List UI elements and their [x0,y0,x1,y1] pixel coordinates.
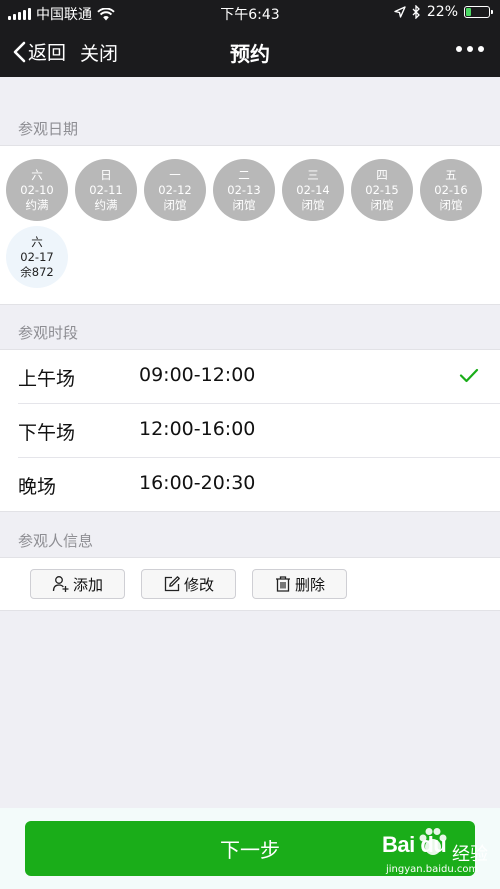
date-weekday: 六 [31,167,43,182]
bluetooth-icon [412,5,420,19]
add-label: 添加 [72,575,103,594]
date-weekday: 日 [100,167,112,182]
date-weekday: 一 [169,167,181,182]
session-name: 晚场 [18,476,57,498]
date-status: 闭馆 [439,197,463,212]
status-right: 22% [394,4,493,20]
top-bar: 中国联通 下午6:43 22% 返回 关闭 预约 [0,0,500,77]
date-status: 约满 [25,197,49,212]
session-row-afternoon[interactable]: 下午场 12:00-16:00 [0,404,500,458]
date-weekday: 四 [376,167,388,182]
date-weekday: 六 [31,234,43,249]
date-option[interactable]: 六 02-10 约满 [6,159,68,221]
date-weekday: 三 [307,167,319,182]
date-option[interactable]: 五 02-16 闭馆 [420,159,482,221]
section-label-visitors: 参观人信息 [18,532,94,550]
date-status: 闭馆 [163,197,187,212]
session-row-evening[interactable]: 晚场 16:00-20:30 [0,458,500,512]
page-title: 预约 [230,42,270,66]
baidu-jingyan-watermark: Bai du 经验 jingyan.baidu.com [380,826,498,884]
date-option[interactable]: 三 02-14 闭馆 [282,159,344,221]
section-label-dates: 参观日期 [18,120,79,138]
date-status: 闭馆 [232,197,256,212]
date-status: 余872 [20,264,54,279]
date-picker: 六 02-10 约满日 02-11 约满一 02-12 闭馆二 02-13 闭馆三 02-14 闭馆… [0,145,500,305]
date-option[interactable]: 六 02-17 余872 [6,226,68,288]
session-list: 上午场 09:00-12:00 下午场 12:00-16:00 晚场 16:00… [0,349,500,512]
watermark-text: 经验 [452,844,488,865]
paw-icon [419,828,447,855]
edit-visitor-button[interactable]: 修改 [141,569,236,599]
session-time: 16:00-20:30 [139,472,256,494]
watermark-url: jingyan.baidu.com [386,864,479,875]
date-option[interactable]: 二 02-13 闭馆 [213,159,275,221]
delete-label: 删除 [294,575,325,594]
session-name: 上午场 [18,368,76,390]
session-row-morning[interactable]: 上午场 09:00-12:00 [0,350,500,404]
nav-bar: 返回 关闭 预约 [0,26,500,77]
more-icon[interactable] [456,46,484,52]
section-label-sessions: 参观时段 [18,324,79,342]
date-option[interactable]: 四 02-15 闭馆 [351,159,413,221]
battery-percent: 22% [426,4,458,20]
delete-visitor-button[interactable]: 删除 [252,569,347,599]
battery-icon [464,6,493,18]
date-date: 02-11 [89,182,123,197]
date-date: 02-14 [296,182,330,197]
date-status: 闭馆 [301,197,325,212]
trash-icon [275,576,290,592]
add-visitor-button[interactable]: 添加 [30,569,125,599]
date-date: 02-12 [158,182,192,197]
date-date: 02-16 [434,182,468,197]
date-weekday: 二 [238,167,250,182]
edit-icon [164,576,180,592]
session-time: 09:00-12:00 [139,364,256,386]
date-date: 02-13 [227,182,261,197]
visitor-actions: 添加 修改 删除 [0,557,500,611]
check-icon [459,368,479,383]
date-weekday: 五 [445,167,457,182]
date-date: 02-15 [365,182,399,197]
add-user-icon [52,576,69,592]
date-status: 约满 [94,197,118,212]
status-bar: 中国联通 下午6:43 22% [0,0,500,26]
date-date: 02-10 [20,182,54,197]
session-time: 12:00-16:00 [139,418,256,440]
date-option[interactable]: 日 02-11 约满 [75,159,137,221]
date-status: 闭馆 [370,197,394,212]
date-option[interactable]: 一 02-12 闭馆 [144,159,206,221]
location-arrow-icon [394,6,406,18]
date-date: 02-17 [20,249,54,264]
edit-label: 修改 [183,575,214,594]
session-name: 下午场 [18,422,76,444]
